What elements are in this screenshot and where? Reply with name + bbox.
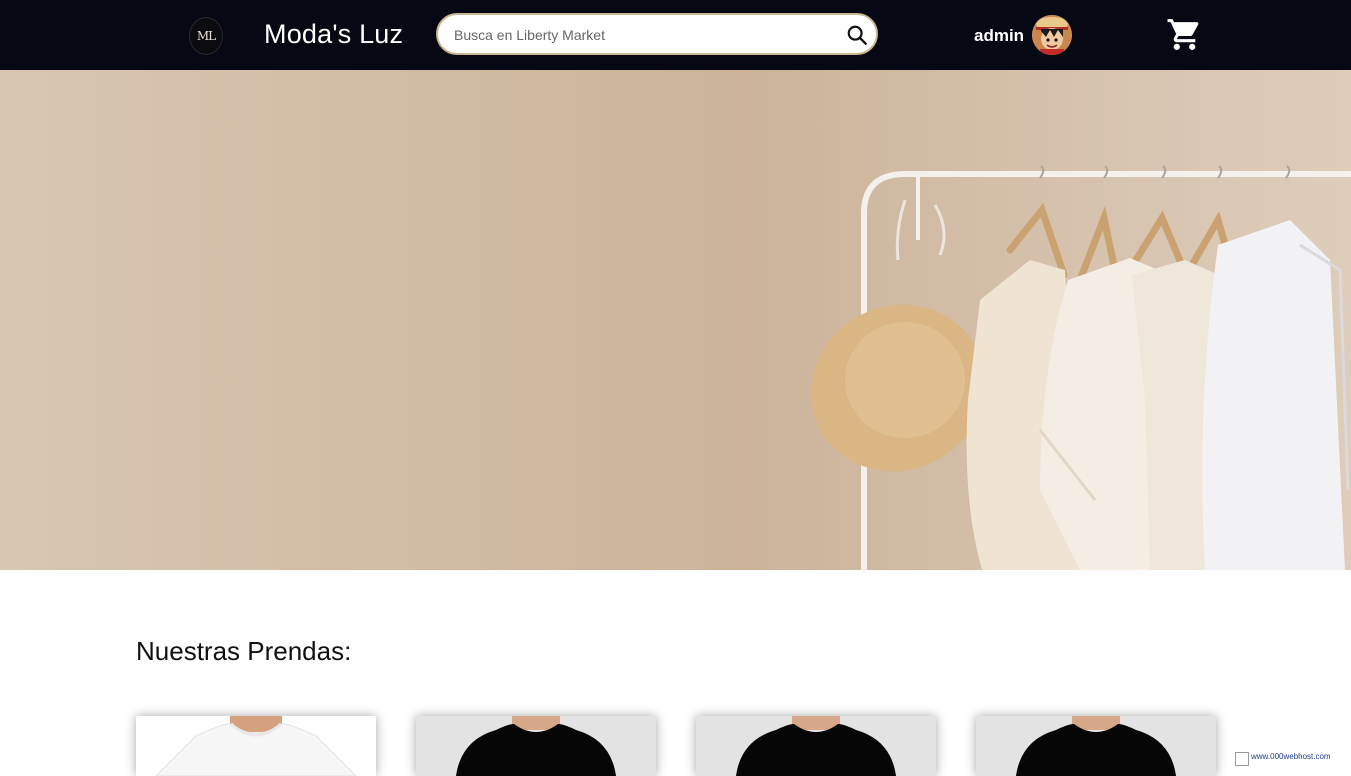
white-tshirt-image bbox=[155, 716, 357, 776]
search-icon[interactable] bbox=[846, 24, 868, 46]
badge-text: www.000webhost.com bbox=[1251, 752, 1331, 761]
user-name[interactable]: admin bbox=[974, 26, 1024, 46]
hero-banner bbox=[0, 70, 1351, 570]
hosting-badge[interactable]: www.000webhost.com bbox=[1235, 752, 1345, 768]
broken-image-icon bbox=[1235, 752, 1249, 766]
black-tshirt-image bbox=[456, 716, 616, 776]
product-card[interactable] bbox=[416, 716, 656, 776]
product-card[interactable] bbox=[976, 716, 1216, 776]
black-tshirt-image bbox=[1016, 716, 1176, 776]
logo[interactable]: ML bbox=[189, 17, 223, 55]
clothes-rack-image bbox=[811, 165, 1351, 570]
search-bar bbox=[436, 13, 878, 55]
avatar-image bbox=[1032, 15, 1072, 55]
search-input[interactable] bbox=[452, 23, 836, 47]
section-title: Nuestras Prendas: bbox=[136, 636, 352, 666]
brand-name[interactable]: Moda's Luz bbox=[264, 19, 403, 50]
product-card[interactable] bbox=[696, 716, 936, 776]
cart-icon[interactable] bbox=[1166, 16, 1203, 53]
product-card[interactable] bbox=[136, 716, 376, 776]
black-tshirt-image bbox=[736, 716, 896, 776]
top-navbar: ML Moda's Luz admin bbox=[0, 0, 1351, 70]
avatar[interactable] bbox=[1032, 15, 1072, 55]
